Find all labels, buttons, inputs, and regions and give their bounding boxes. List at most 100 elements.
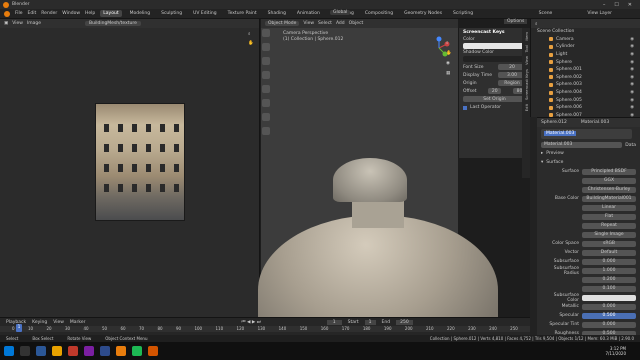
scale-tool-icon[interactable] [262,85,270,93]
property-value[interactable]: Christensen-Burley [582,186,636,193]
workspace-tab-layout[interactable]: Layout [100,10,122,17]
outliner-item[interactable]: Light ◉ [531,51,640,59]
firefox-icon[interactable] [148,346,158,356]
viewport-menu-select[interactable]: Select [318,21,332,26]
timeline-ruler[interactable]: 0 10 20 30 40 50 60 70 80 90 100 110 120 130 140 150 160… [0,326,530,332]
marker-menu[interactable]: Marker [70,320,86,325]
workspace-tab-animation[interactable]: Animation [294,10,323,17]
edge-icon[interactable] [36,346,46,356]
tab-edit[interactable]: Edit [524,104,529,111]
eye-icon[interactable]: ◉ [630,82,634,87]
eye-icon[interactable]: ◉ [630,37,634,42]
image-name-field[interactable]: BuildingMesh/texture [85,21,141,26]
property-value[interactable]: 1.000 [582,267,636,274]
outliner-item[interactable]: Sphere.004 ◉ [531,89,640,97]
property-value[interactable]: sRGB [582,240,636,247]
material-name-field[interactable]: Material.003 [541,142,623,148]
outliner-item[interactable]: Sphere.002 ◉ [531,74,640,82]
eye-icon[interactable]: ◉ [630,44,634,49]
hand-icon[interactable]: ✋ [248,41,254,46]
property-value[interactable]: GGX [582,177,636,184]
keying-menu[interactable]: Keying [32,320,47,325]
set-origin-button[interactable]: Set Origin [463,96,526,102]
tab-tool[interactable]: Tool [524,45,529,52]
property-value[interactable]: Repeat [582,222,636,229]
tab-item[interactable]: Item [524,32,529,41]
file-explorer-icon[interactable] [52,346,62,356]
material-slot-item[interactable]: Material.003 [544,131,577,136]
menu-render[interactable]: Render [41,11,57,16]
eye-icon[interactable]: ◉ [630,90,634,95]
property-value[interactable]: Linear [582,204,636,211]
property-value[interactable]: 0.000 [582,258,636,265]
eye-icon[interactable]: ◉ [630,60,634,65]
outliner-root[interactable]: Scene Collection [531,28,640,36]
shadow-color-swatch[interactable] [463,56,526,62]
material-slot-list[interactable]: Material.003 [541,129,632,139]
outliner-search-icon[interactable]: ⌕ [535,21,538,27]
property-value[interactable]: Flat [582,213,636,220]
workspace-tab-compositing[interactable]: Compositing [362,10,396,17]
annotate-tool-icon[interactable] [262,113,270,121]
property-value[interactable]: Single Image [582,231,636,238]
blender-menu-icon[interactable] [4,10,10,17]
measure-tool-icon[interactable] [262,127,270,135]
outliner-item[interactable]: Sphere.001 ◉ [531,66,640,74]
property-value[interactable]: 0.000 [582,303,636,310]
system-clock[interactable]: 3:12 PM 7/11/2020 [605,346,640,356]
workspace-tab-shading[interactable]: Shading [265,10,289,17]
start-frame-field[interactable]: 1 [364,319,376,325]
eye-icon[interactable]: ◉ [630,67,634,72]
cursor-tool-icon[interactable] [262,43,270,51]
search-icon[interactable] [20,346,30,356]
current-frame-field[interactable]: 1 [326,319,342,325]
view-layer-selector[interactable]: View Layer [587,11,612,16]
eye-icon[interactable]: ◉ [630,105,634,110]
end-frame-field[interactable]: 250 [396,319,413,325]
spotify-icon[interactable] [132,346,142,356]
eye-icon[interactable]: ◉ [630,98,634,103]
outliner-item[interactable]: Sphere.006 ◉ [531,104,640,112]
playhead[interactable]: 1 [16,324,22,332]
app-icon[interactable] [68,346,78,356]
premiere-icon[interactable] [84,346,94,356]
transform-tool-icon[interactable] [262,99,270,107]
workspace-tab-texture-paint[interactable]: Texture Paint [225,10,260,17]
workspace-tab-geometry-nodes[interactable]: Geometry Nodes [401,10,445,17]
property-value[interactable] [582,294,636,301]
close-icon[interactable]: ✕ [628,2,632,8]
property-value[interactable]: Default [582,249,636,256]
workspace-tab-modeling[interactable]: Modeling [127,10,153,17]
transform-orientation[interactable]: Global [330,10,351,15]
ortho-toggle-icon[interactable]: ▦ [446,71,452,76]
viewport-menu-object[interactable]: Object [349,21,364,26]
eye-icon[interactable]: ◉ [630,75,634,80]
play-controls[interactable]: ⏮ ◀ ▶ ⏭ [241,319,260,325]
image-menu-image[interactable]: Image [27,21,41,26]
tab-screencast-keys[interactable]: Screencast Keys [524,69,529,100]
last-operator-checkbox[interactable] [463,105,467,110]
options-button[interactable]: Options [504,19,528,24]
workspace-tab-uv[interactable]: UV Editing [190,10,219,17]
rotate-tool-icon[interactable] [262,71,270,79]
property-value[interactable]: BuildingMaterial001 [582,195,636,202]
maximize-icon[interactable]: ☐ [614,2,618,8]
property-value[interactable]: 0.100 [582,285,636,292]
mode-selector[interactable]: Object Mode [265,21,300,26]
property-value[interactable]: 0.000 [582,321,636,328]
menu-edit[interactable]: Edit [28,11,37,16]
workspace-tab-scripting[interactable]: Scripting [450,10,476,17]
pan-view-icon[interactable]: ✋ [446,51,452,56]
menu-file[interactable]: File [15,11,23,16]
scene-selector[interactable]: Scene [539,11,553,16]
select-tool-icon[interactable] [262,29,270,37]
viewport-menu-view[interactable]: View [303,21,314,26]
workspace-tab-sculpting[interactable]: Sculpting [158,10,185,17]
property-value[interactable]: Principled BSDF [582,168,636,175]
start-menu-icon[interactable] [4,346,14,356]
property-value[interactable]: 0.200 [582,276,636,283]
offset-x-field[interactable]: 20 [488,88,502,94]
image-menu-view[interactable]: View [12,21,23,26]
color-swatch[interactable] [463,43,526,49]
move-tool-icon[interactable] [262,57,270,65]
